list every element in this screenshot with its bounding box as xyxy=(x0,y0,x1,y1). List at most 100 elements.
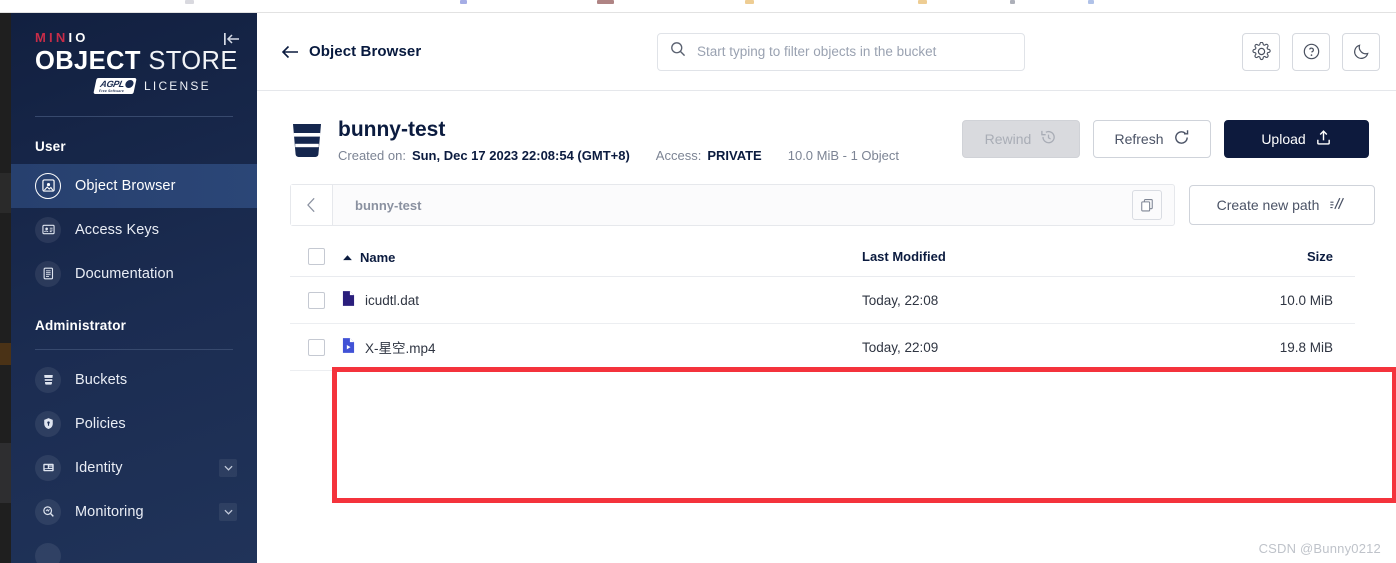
table-row[interactable]: X-星空.mp4 Today, 22:09 19.8 MiB xyxy=(290,323,1355,372)
bucket-stats: 10.0 MiB - 1 Object xyxy=(787,148,900,164)
bucket-icon xyxy=(290,121,324,159)
table-body: icudtl.dat Today, 22:08 10.0 MiB X-星空.mp… xyxy=(290,276,1355,391)
column-header-size-label: Size xyxy=(1306,249,1333,265)
logo-io-text: IO xyxy=(68,30,89,45)
column-header-name-label: Name xyxy=(360,249,396,265)
chevron-down-icon[interactable] xyxy=(219,458,237,477)
sidebar-item-label: Identity xyxy=(75,459,123,476)
policies-icon xyxy=(35,410,61,437)
objects-table-zone: Name Last Modified Size icudtl.dat Today… xyxy=(290,239,1355,391)
help-button[interactable] xyxy=(1292,32,1330,71)
sidebar-section-title-user: User xyxy=(35,138,66,154)
chevron-down-icon[interactable] xyxy=(219,502,237,521)
sidebar-item-access-keys[interactable]: Access Keys xyxy=(11,208,257,252)
objects-table: Name Last Modified Size icudtl.dat Today… xyxy=(290,239,1355,391)
app-root: { "sidebar": { "logo": { "brand_min": "M… xyxy=(0,0,1396,563)
file-dat-icon xyxy=(342,290,355,310)
access-keys-icon xyxy=(35,216,61,243)
agpl-text: AGPL xyxy=(99,78,126,89)
copy-icon[interactable] xyxy=(1132,190,1162,221)
column-header-modified[interactable]: Last Modified xyxy=(862,239,1162,278)
row-modified-cell: Today, 22:09 xyxy=(862,323,1162,372)
sidebar-item-partial[interactable] xyxy=(11,534,257,563)
bucket-header: bunny-test Created on: Sun, Dec 17 2023 … xyxy=(290,118,1375,163)
upload-button[interactable]: Upload xyxy=(1224,120,1369,158)
access-label: Access: xyxy=(655,148,702,164)
select-all-header xyxy=(290,239,342,278)
object-browser-icon xyxy=(35,172,61,199)
search-input[interactable] xyxy=(697,44,1012,59)
path-field[interactable]: bunny-test xyxy=(290,184,1175,227)
sidebar-item-object-browser[interactable]: Object Browser xyxy=(11,163,257,208)
create-path-label: Create new path xyxy=(1216,197,1320,214)
sidebar-item-label: Access Keys xyxy=(75,221,160,238)
table-header: Name Last Modified Size xyxy=(290,239,1355,278)
bucket-info: bunny-test Created on: Sun, Dec 17 2023 … xyxy=(338,118,899,163)
sidebar-section-user: User Object Browser Access Keys Document… xyxy=(11,117,257,296)
column-header-modified-label: Last Modified xyxy=(862,249,946,265)
documentation-icon xyxy=(35,260,61,287)
row-size-cell: 10.0 MiB xyxy=(1162,276,1355,325)
row-name-cell: X-星空.mp4 xyxy=(342,323,862,372)
top-actions xyxy=(1242,32,1380,71)
row-name-label: X-星空.mp4 xyxy=(365,341,436,357)
create-new-path-button[interactable]: Create new path xyxy=(1189,185,1375,226)
select-all-checkbox[interactable] xyxy=(308,248,325,266)
chevron-left-icon[interactable] xyxy=(291,185,333,226)
page-title: Object Browser xyxy=(309,43,422,60)
column-header-size[interactable]: Size xyxy=(1162,239,1355,278)
browser-chrome-strip xyxy=(0,0,1396,13)
identity-icon xyxy=(35,454,61,481)
main-content: Object Browser Start typing to filter ob… xyxy=(257,13,1396,563)
sidebar-item-documentation[interactable]: Documentation xyxy=(11,252,257,296)
agpl-subtext: Free Software xyxy=(98,88,125,93)
logo-min-text: MIN xyxy=(35,30,69,45)
sidebar-section-title-administrator: Administrator xyxy=(35,317,127,333)
settings-button[interactable] xyxy=(1242,32,1280,71)
bucket-meta: Created on: Sun, Dec 17 2023 22:08:54 (G… xyxy=(338,148,899,163)
search-icon xyxy=(670,41,686,62)
monitoring-icon xyxy=(35,498,61,525)
row-checkbox[interactable] xyxy=(308,338,325,356)
agpl-badge: AGPL Free Software xyxy=(93,77,137,94)
rewind-icon xyxy=(1040,129,1057,149)
sidebar-item-policies[interactable]: Policies xyxy=(11,402,257,446)
sidebar-item-label: Buckets xyxy=(75,371,128,388)
refresh-label: Refresh xyxy=(1114,131,1164,147)
license-row: AGPL Free Software LICENSE xyxy=(35,77,257,94)
file-video-icon xyxy=(342,337,355,357)
sidebar-item-monitoring[interactable]: Monitoring xyxy=(11,490,257,534)
rewind-label: Rewind xyxy=(984,131,1032,147)
sidebar-rule-admin xyxy=(35,348,233,350)
logo-store-text: STORE xyxy=(148,47,238,75)
object-store-wordmark: OBJECT STORE xyxy=(35,48,257,75)
row-name-cell: icudtl.dat xyxy=(342,276,862,325)
sidebar-item-identity[interactable]: Identity xyxy=(11,446,257,490)
top-bar: Object Browser xyxy=(257,13,1396,91)
new-path-icon xyxy=(1329,196,1347,214)
bucket-panel: bunny-test Created on: Sun, Dec 17 2023 … xyxy=(290,118,1396,503)
bucket-actions: Rewind Refresh Upload xyxy=(962,120,1369,158)
upload-icon xyxy=(1315,129,1332,149)
sidebar-item-buckets[interactable]: Buckets xyxy=(11,358,257,402)
bucket-icon xyxy=(35,366,61,393)
arrow-left-icon[interactable] xyxy=(281,45,299,59)
table-row[interactable]: icudtl.dat Today, 22:08 10.0 MiB xyxy=(290,276,1355,325)
row-modified-cell: Today, 22:08 xyxy=(862,276,1162,325)
column-header-name[interactable]: Name xyxy=(342,239,862,278)
bucket-name: bunny-test xyxy=(338,118,446,141)
sidebar-item-label: Object Browser xyxy=(75,177,176,194)
refresh-button[interactable]: Refresh xyxy=(1093,120,1211,158)
created-value: Sun, Dec 17 2023 22:08:54 (GMT+8) xyxy=(411,148,630,164)
rewind-button[interactable]: Rewind xyxy=(962,120,1080,158)
row-checkbox[interactable] xyxy=(308,291,325,309)
search-box[interactable] xyxy=(657,32,1025,71)
theme-button[interactable] xyxy=(1342,32,1380,71)
row-size-cell: 19.8 MiB xyxy=(1162,323,1355,372)
editor-gutter-sliver xyxy=(0,13,11,563)
collapse-left-icon[interactable] xyxy=(221,28,243,50)
sidebar-section-administrator: Buckets Policies Identity Monitoring xyxy=(11,358,257,563)
sidebar: MINIO OBJECT STORE AGPL Free Software LI… xyxy=(11,13,257,563)
path-bar: bunny-test Create new path xyxy=(290,184,1375,227)
watermark: CSDN @Bunny0212 xyxy=(1258,541,1381,556)
